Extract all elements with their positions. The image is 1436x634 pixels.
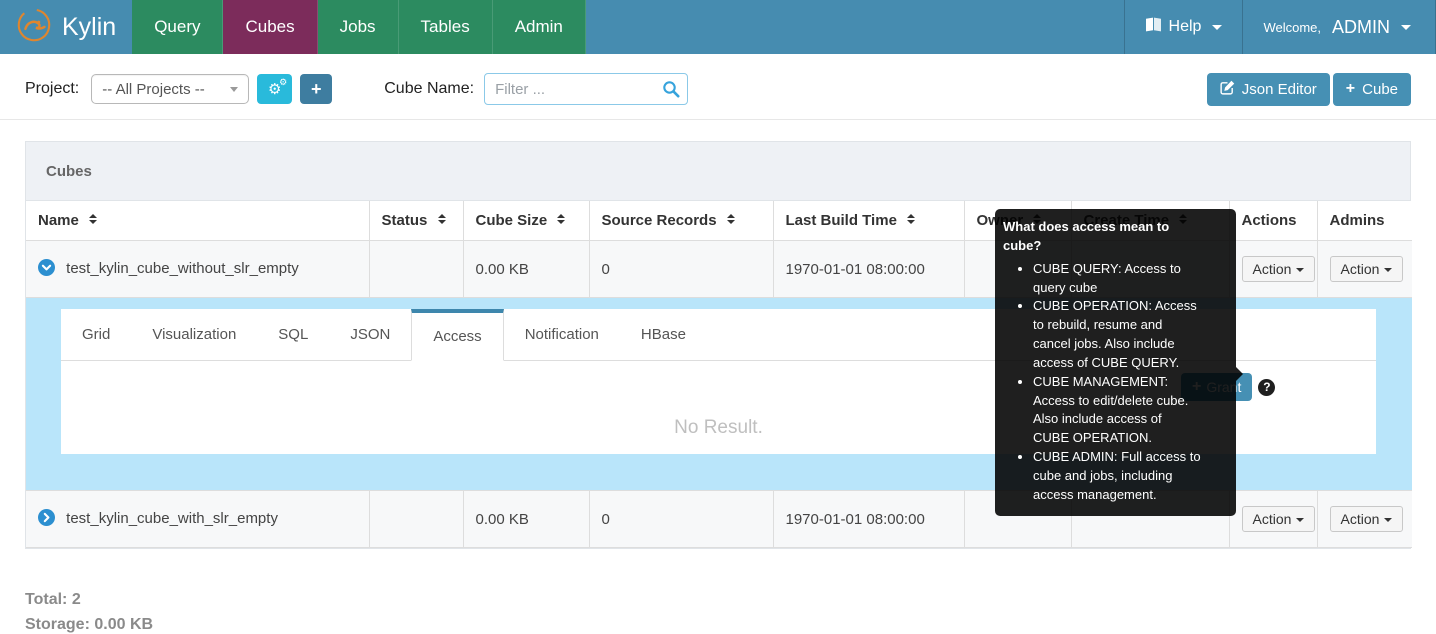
new-cube-button[interactable]: + Cube — [1333, 73, 1411, 106]
tab-notification[interactable]: Notification — [504, 309, 620, 360]
cube-name-label: Cube Name: — [384, 80, 474, 98]
question-circle-icon[interactable]: ? — [1258, 379, 1275, 396]
nav-item-query[interactable]: Query — [132, 0, 223, 54]
project-select-value: -- All Projects -- — [102, 81, 205, 98]
caret-down-icon — [1296, 518, 1304, 522]
tab-json[interactable]: JSON — [329, 309, 411, 360]
nav-item-jobs[interactable]: Jobs — [318, 0, 399, 54]
tooltip-item: CUBE QUERY: Access to query cube — [1033, 260, 1201, 298]
caret-down-icon — [1296, 268, 1304, 272]
admin-action-dropdown-button[interactable]: Action — [1330, 506, 1404, 532]
column-header-actions: Actions — [1229, 201, 1317, 241]
action-dropdown-button[interactable]: Action — [1242, 256, 1316, 282]
kylin-brand[interactable]: Kylin — [0, 0, 132, 54]
search-icon[interactable] — [662, 80, 680, 103]
user-menu[interactable]: Welcome, ADMIN — [1242, 0, 1436, 54]
toolbar-divider — [0, 119, 1436, 120]
panel-title: Cubes — [26, 142, 1410, 201]
tab-hbase[interactable]: HBase — [620, 309, 707, 360]
caret-down-icon — [1384, 268, 1392, 272]
caret-down-icon — [1401, 25, 1411, 30]
cube-size-cell: 0.00 KB — [463, 491, 589, 548]
summary-footer: Total: 2 Storage: 0.00 KB — [25, 587, 1411, 634]
column-header-status[interactable]: Status — [369, 201, 463, 241]
project-settings-button[interactable]: ⚙ ⚙ — [257, 74, 292, 104]
status-cell — [369, 241, 463, 298]
tooltip-item: CUBE ADMIN: Full access to cube and jobs… — [1033, 448, 1201, 505]
project-label: Project: — [25, 80, 79, 98]
admin-action-dropdown-button[interactable]: Action — [1330, 256, 1404, 282]
sort-icon — [89, 214, 97, 224]
welcome-prefix: Welcome, — [1263, 20, 1321, 35]
tooltip-item: CUBE MANAGEMENT: Access to edit/delete c… — [1033, 373, 1201, 448]
total-count: Total: 2 — [25, 587, 1411, 612]
project-select[interactable]: -- All Projects -- — [91, 74, 249, 104]
access-help-tooltip: What does access mean to cube? CUBE QUER… — [995, 209, 1236, 516]
brand-title: Kylin — [62, 13, 116, 42]
tooltip-title: What does access mean to cube? — [1003, 218, 1193, 256]
tab-sql[interactable]: SQL — [257, 309, 329, 360]
tooltip-arrow — [1236, 367, 1243, 381]
json-editor-button[interactable]: Json Editor — [1207, 73, 1330, 106]
main-nav: Query Cubes Jobs Tables Admin — [132, 0, 586, 54]
action-dropdown-button[interactable]: Action — [1242, 506, 1316, 532]
cube-filter-input[interactable] — [484, 73, 688, 105]
source-records-cell: 0 — [589, 241, 773, 298]
tab-visualization[interactable]: Visualization — [131, 309, 257, 360]
cube-name: test_kylin_cube_with_slr_empty — [66, 510, 278, 527]
help-dropdown[interactable]: Help — [1124, 0, 1243, 54]
chevron-down-circle-icon[interactable] — [38, 263, 59, 280]
cube-size-cell: 0.00 KB — [463, 241, 589, 298]
nav-item-tables[interactable]: Tables — [399, 0, 493, 54]
actions-cell: Action — [1229, 491, 1317, 548]
tab-grid[interactable]: Grid — [61, 309, 131, 360]
caret-down-icon — [1212, 25, 1222, 30]
column-header-admins: Admins — [1317, 201, 1412, 241]
chevron-right-circle-icon[interactable] — [38, 513, 59, 530]
kylin-logo-icon — [14, 5, 54, 50]
status-cell — [369, 491, 463, 548]
book-icon — [1145, 17, 1162, 37]
sort-icon — [907, 214, 915, 224]
nav-item-cubes[interactable]: Cubes — [223, 0, 317, 54]
caret-down-icon — [230, 87, 238, 92]
plus-icon: + — [311, 79, 322, 100]
cube-name-cell[interactable]: test_kylin_cube_without_slr_empty — [26, 241, 369, 298]
toolbar: Project: -- All Projects -- ⚙ ⚙ + Cube N… — [25, 73, 1411, 105]
plus-icon: + — [1346, 80, 1355, 98]
admins-cell: Action — [1317, 241, 1412, 298]
sort-icon — [727, 214, 735, 224]
last-build-time-cell: 1970-01-01 08:00:00 — [773, 241, 964, 298]
help-label: Help — [1169, 18, 1202, 36]
cube-name-cell[interactable]: test_kylin_cube_with_slr_empty — [26, 491, 369, 548]
pencil-square-icon — [1220, 80, 1235, 99]
json-editor-label: Json Editor — [1242, 81, 1317, 98]
admins-cell: Action — [1317, 491, 1412, 548]
last-build-time-cell: 1970-01-01 08:00:00 — [773, 491, 964, 548]
gear-small-icon: ⚙ — [279, 78, 287, 87]
sort-icon — [557, 214, 565, 224]
add-project-button[interactable]: + — [300, 74, 332, 104]
nav-item-admin[interactable]: Admin — [493, 0, 586, 54]
tooltip-item: CUBE OPERATION: Access to rebuild, resum… — [1033, 297, 1201, 372]
column-header-name[interactable]: Name — [26, 201, 369, 241]
source-records-cell: 0 — [589, 491, 773, 548]
cube-name: test_kylin_cube_without_slr_empty — [66, 260, 299, 277]
sort-icon — [438, 214, 446, 224]
caret-down-icon — [1384, 518, 1392, 522]
column-header-last-build-time[interactable]: Last Build Time — [773, 201, 964, 241]
actions-cell: Action — [1229, 241, 1317, 298]
top-navbar: Kylin Query Cubes Jobs Tables Admin Help… — [0, 0, 1436, 54]
tab-access[interactable]: Access — [411, 309, 503, 361]
username: ADMIN — [1332, 17, 1390, 38]
tooltip-list: CUBE QUERY: Access to query cube CUBE OP… — [1003, 260, 1228, 505]
column-header-cube-size[interactable]: Cube Size — [463, 201, 589, 241]
column-header-source-records[interactable]: Source Records — [589, 201, 773, 241]
new-cube-label: Cube — [1362, 81, 1398, 98]
storage-total: Storage: 0.00 KB — [25, 612, 1411, 634]
